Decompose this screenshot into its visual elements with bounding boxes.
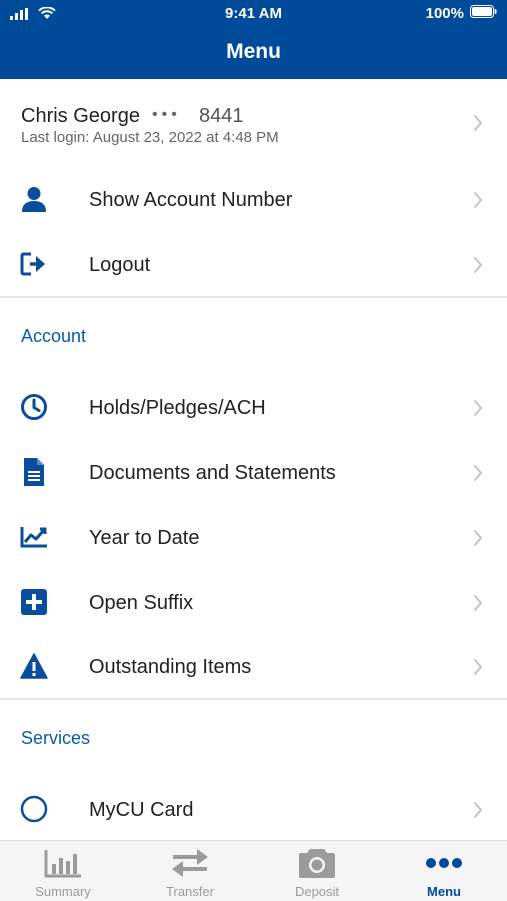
chevron-right-icon [473, 191, 483, 209]
line-chart-icon [20, 523, 48, 551]
plus-square-icon [20, 588, 48, 616]
bar-chart-icon [43, 847, 83, 879]
chevron-right-icon [473, 594, 483, 612]
circle-icon [20, 795, 48, 823]
section-divider [0, 296, 507, 298]
tab-label: Transfer [166, 884, 214, 899]
last-login: Last login: August 23, 2022 at 4:48 PM [21, 129, 279, 146]
tab-bar: Summary Transfer Deposit Menu [0, 840, 507, 901]
app-header: 9:41 AM 100% Menu [0, 0, 507, 79]
chevron-right-icon [473, 801, 483, 819]
profile-name: Chris George [21, 105, 140, 127]
transfer-arrows-icon [170, 847, 210, 879]
section-title-account: Account [21, 326, 87, 346]
section-title-services: Services [21, 728, 91, 748]
menu-item-open-suffix[interactable]: Open Suffix [0, 573, 507, 633]
tab-deposit[interactable]: Deposit [254, 841, 380, 901]
warning-icon [20, 652, 48, 680]
menu-item-label: Show Account Number [89, 189, 293, 211]
chevron-right-icon [473, 658, 483, 676]
battery-icon [470, 5, 497, 22]
battery-percent: 100% [425, 5, 464, 22]
logout-icon [20, 250, 48, 278]
menu-item-documents-statements[interactable]: Documents and Statements [0, 443, 507, 503]
menu-item-outstanding-items[interactable]: Outstanding Items [0, 637, 507, 697]
menu-item-logout[interactable]: Logout [0, 235, 507, 295]
masked-dots: ••• [152, 106, 181, 123]
clock-icon [20, 393, 48, 421]
tab-label: Menu [427, 884, 461, 899]
menu-item-label: Logout [89, 254, 151, 276]
chevron-right-icon [473, 529, 483, 547]
menu-item-label: Open Suffix [89, 592, 194, 614]
document-icon [20, 458, 48, 486]
menu-item-holds-pledges-ach[interactable]: Holds/Pledges/ACH [0, 378, 507, 438]
tab-label: Summary [35, 884, 91, 899]
tab-summary[interactable]: Summary [0, 841, 126, 901]
status-bar: 9:41 AM 100% [0, 5, 507, 23]
more-dots-icon [424, 847, 464, 879]
status-right: 100% [426, 5, 497, 22]
menu-item-label: Year to Date [89, 527, 200, 549]
section-divider [0, 698, 507, 700]
chevron-right-icon [473, 114, 483, 132]
person-icon [20, 185, 48, 213]
page-title: Menu [226, 40, 281, 63]
tab-transfer[interactable]: Transfer [127, 841, 253, 901]
tab-label: Deposit [294, 884, 340, 899]
menu-item-label: Outstanding Items [89, 656, 252, 678]
chevron-right-icon [473, 399, 483, 417]
chevron-right-icon [473, 464, 483, 482]
account-suffix: 8441 [199, 105, 244, 127]
menu-item-label: MyCU Card [89, 799, 194, 821]
menu-item-year-to-date[interactable]: Year to Date [0, 508, 507, 568]
chevron-right-icon [473, 256, 483, 274]
menu-item-label: Documents and Statements [89, 462, 336, 484]
menu-item-label: Holds/Pledges/ACH [89, 397, 266, 419]
profile-row[interactable]: Chris George ••• 8441 Last login: August… [0, 80, 507, 170]
camera-icon [297, 847, 337, 879]
menu-item-mycu-card[interactable]: MyCU Card [0, 780, 507, 840]
menu-item-show-account-number[interactable]: Show Account Number [0, 170, 507, 230]
tab-menu[interactable]: Menu [381, 841, 507, 901]
